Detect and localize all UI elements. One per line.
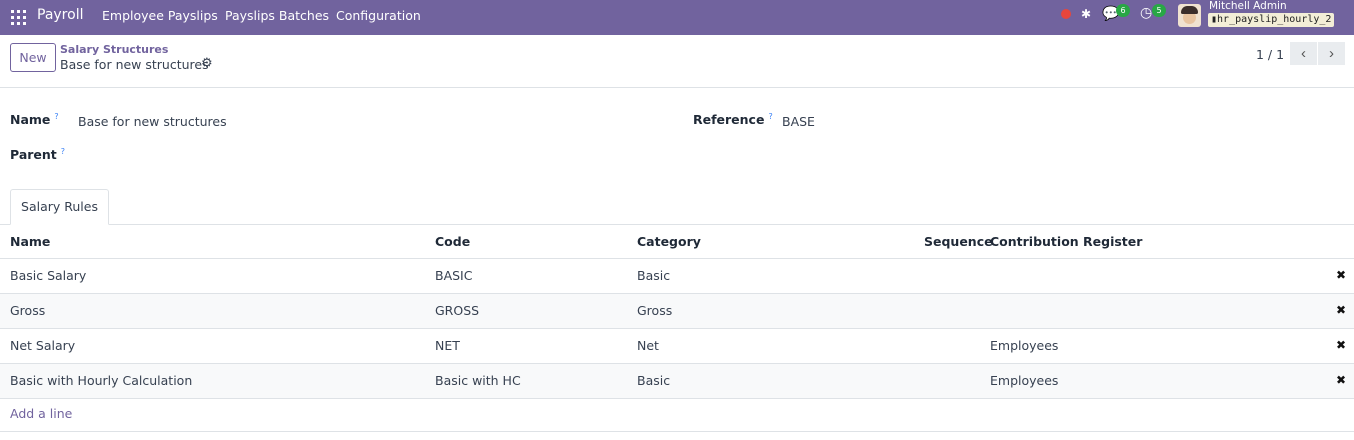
- apps-grid-icon[interactable]: [11, 10, 26, 25]
- menu-configuration[interactable]: Configuration: [336, 8, 421, 23]
- cell-category: Net: [637, 338, 659, 353]
- cell-category: Basic: [637, 373, 671, 388]
- column-header-name[interactable]: Name: [10, 234, 50, 249]
- cell-category: Basic: [637, 268, 671, 283]
- table-row[interactable]: Net Salary NET Net Employees ✖: [0, 329, 1354, 364]
- cell-name: Basic with Hourly Calculation: [10, 373, 193, 388]
- cell-name: Basic Salary: [10, 268, 87, 283]
- table-row[interactable]: Basic Salary BASIC Basic ✖: [0, 259, 1354, 294]
- reference-label: Reference?: [693, 112, 773, 127]
- cell-register: Employees: [990, 338, 1059, 353]
- record-title: Base for new structures: [60, 57, 209, 72]
- column-header-code[interactable]: Code: [435, 234, 470, 249]
- help-icon[interactable]: ?: [768, 112, 772, 121]
- bug-icon[interactable]: ✱: [1081, 7, 1091, 21]
- delete-x-icon[interactable]: ✖: [1336, 338, 1346, 352]
- cell-category: Gross: [637, 303, 673, 318]
- cell-register: Employees: [990, 373, 1059, 388]
- help-icon[interactable]: ?: [61, 147, 65, 156]
- top-navbar: Payroll Employee Payslips Payslips Batch…: [0, 0, 1354, 35]
- reference-field[interactable]: BASE: [782, 114, 815, 129]
- name-label: Name?: [10, 112, 59, 127]
- delete-x-icon[interactable]: ✖: [1336, 373, 1346, 387]
- breadcrumb[interactable]: Salary Structures: [60, 43, 168, 56]
- reference-label-text: Reference: [693, 112, 765, 128]
- column-header-contribution-register[interactable]: Contribution Register: [990, 234, 1142, 249]
- chevron-right-icon: ›: [1329, 44, 1334, 62]
- add-line-link[interactable]: Add a line: [10, 406, 72, 421]
- cell-name: Net Salary: [10, 338, 76, 353]
- database-tag: ▮hr_payslip_hourly_2: [1208, 13, 1335, 27]
- gear-icon[interactable]: ⚙: [201, 56, 213, 71]
- cell-code: BASIC: [435, 268, 473, 283]
- control-panel: New Salary Structures Base for new struc…: [0, 35, 1354, 88]
- tab-salary-rules[interactable]: Salary Rules: [10, 189, 109, 225]
- user-name[interactable]: Mitchell Admin: [1209, 0, 1287, 12]
- cell-code: Basic with HC: [435, 373, 521, 388]
- column-header-sequence[interactable]: Sequence: [924, 234, 993, 249]
- app-name[interactable]: Payroll: [37, 7, 83, 23]
- pager-previous-button[interactable]: ‹: [1290, 42, 1317, 65]
- table-header: Name Code Category Sequence Contribution…: [0, 225, 1354, 259]
- activity-count-badge: 5: [1152, 4, 1166, 17]
- chevron-left-icon: ‹: [1301, 44, 1306, 62]
- table-bottom-divider: [0, 431, 1354, 432]
- cell-code: GROSS: [435, 303, 480, 318]
- cell-name: Gross: [10, 303, 46, 318]
- recording-dot-icon[interactable]: [1061, 9, 1071, 19]
- pager-next-button[interactable]: ›: [1318, 42, 1345, 65]
- table-row[interactable]: Basic with Hourly Calculation Basic with…: [0, 364, 1354, 399]
- menu-payslips-batches[interactable]: Payslips Batches: [225, 8, 329, 23]
- chat-count-badge: 6: [1116, 4, 1130, 17]
- pager-value[interactable]: 1 / 1: [1256, 47, 1284, 62]
- new-button[interactable]: New: [10, 43, 56, 72]
- column-header-category[interactable]: Category: [637, 234, 701, 249]
- help-icon[interactable]: ?: [54, 112, 58, 121]
- parent-label-text: Parent: [10, 147, 57, 163]
- parent-label: Parent?: [10, 147, 65, 162]
- name-label-text: Name: [10, 112, 51, 128]
- avatar[interactable]: [1178, 4, 1201, 27]
- database-name: hr_payslip_hourly_2: [1217, 14, 1332, 25]
- table-row[interactable]: Gross GROSS Gross ✖: [0, 294, 1354, 329]
- cell-code: NET: [435, 338, 460, 353]
- name-field[interactable]: Base for new structures: [78, 114, 227, 129]
- activity-clock-icon[interactable]: ◷: [1140, 5, 1152, 21]
- delete-x-icon[interactable]: ✖: [1336, 268, 1346, 282]
- delete-x-icon[interactable]: ✖: [1336, 303, 1346, 317]
- menu-employee-payslips[interactable]: Employee Payslips: [102, 8, 218, 23]
